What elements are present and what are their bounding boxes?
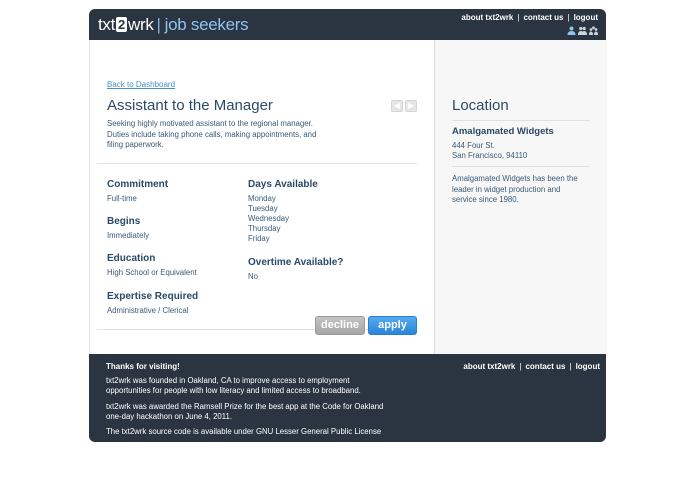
footer-paragraph: txt2wrk was awarded the Ramsell Prize fo… [106,402,384,421]
day-item: Monday [248,194,276,203]
field-label: Overtime Available? [248,257,344,268]
site-footer: Thanks for visiting! about txt2wrk | conta… [89,354,606,442]
day-item: Wednesday [248,214,290,223]
group-users-icon[interactable] [589,26,598,35]
logo-text-left: txt [98,15,116,34]
chevron-right-icon[interactable]: ▶ [405,100,417,112]
field-value: High School or Equivalent [107,268,197,277]
field-value: Full-time [107,194,137,203]
footer-about-link[interactable]: about txt2wrk [463,362,515,371]
back-to-dashboard-link[interactable]: Back to Dashboard [107,80,175,89]
logo[interactable]: txt 2 wrk | job seekers [98,15,249,35]
nav-separator: | [567,13,570,22]
day-item: Thursday [248,224,281,233]
decline-button[interactable]: decline [315,316,365,335]
company-about: Amalgamated Widgets has been the leader … [452,174,578,204]
logo-text-right: wrk [127,15,154,34]
days-list: Monday Tuesday Wednesday Thursday Friday [248,194,318,244]
day-item: Tuesday [248,204,278,213]
logo-badge: 2 [116,17,127,32]
field-label: Commitment [107,179,169,190]
footer-logout-link[interactable]: logout [576,362,600,371]
field-expertise: Expertise Required Administrative / Cler… [107,291,198,316]
logo-subtitle: job seekers [164,15,249,34]
user-icons [567,26,598,35]
nav-contact-link[interactable]: contact us [523,13,563,22]
footer-contact-link[interactable]: contact us [525,362,565,371]
field-label: Expertise Required [107,291,199,302]
address-line2: San Francisco, 94110 [452,151,528,160]
job-title: Assistant to the Manager [107,97,273,114]
address-line1: 444 Four St. [452,141,495,150]
footer-nav-separator: | [569,362,572,371]
single-user-icon[interactable] [567,26,576,35]
location-title: Location [452,97,509,114]
job-description: Seeking highly motivated assistant to th… [107,119,317,149]
nav-about-link[interactable]: about txt2wrk [461,13,513,22]
divider [97,163,417,164]
divider [452,166,590,167]
logo-separator: | [156,15,161,34]
apply-button[interactable]: apply [368,316,417,335]
top-nav: about txt2wrk | contact us | logout [461,13,598,22]
nav-logout-link[interactable]: logout [574,13,598,22]
chevron-left-icon[interactable]: ◀ [391,100,403,112]
field-education: Education High School or Equivalent [107,253,197,278]
field-days-available: Days Available Monday Tuesday Wednesday … [248,179,318,244]
site-header: txt 2 wrk | job seekers about txt2wrk | contac… [89,9,606,40]
content-area: Back to Dashboard Assistant to the Manag… [89,40,607,354]
footer-paragraph: txt2wrk was founded in Oakland, CA to im… [106,376,361,395]
field-overtime: Overtime Available? No [248,257,343,282]
field-value: Administrative / Clerical [107,306,189,315]
field-begins: Begins Immediately [107,216,149,241]
job-pager: ◀ ▶ [391,100,417,112]
field-value: No [248,272,258,281]
company-address: 444 Four St. San Francisco, 94110 [452,141,527,161]
nav-separator: | [517,13,520,22]
footer-nav: about txt2wrk | contact us | logout [463,362,600,371]
field-label: Begins [107,216,141,227]
field-label: Education [107,253,156,264]
footer-paragraph: The txt2wrk source code is available und… [106,427,382,436]
day-item: Friday [248,234,270,243]
page-frame: txt 2 wrk | job seekers about txt2wrk | contac… [89,9,607,442]
field-value: Immediately [107,231,150,240]
footer-thanks: Thanks for visiting! [106,362,180,371]
company-name: Amalgamated Widgets [452,126,554,137]
field-commitment: Commitment Full-time [107,179,168,204]
footer-nav-separator: | [519,362,522,371]
location-sidebar: Location Amalgamated Widgets 444 Four St… [434,40,607,354]
field-label: Days Available [248,179,318,190]
two-users-icon[interactable] [578,26,587,35]
divider [452,120,590,121]
